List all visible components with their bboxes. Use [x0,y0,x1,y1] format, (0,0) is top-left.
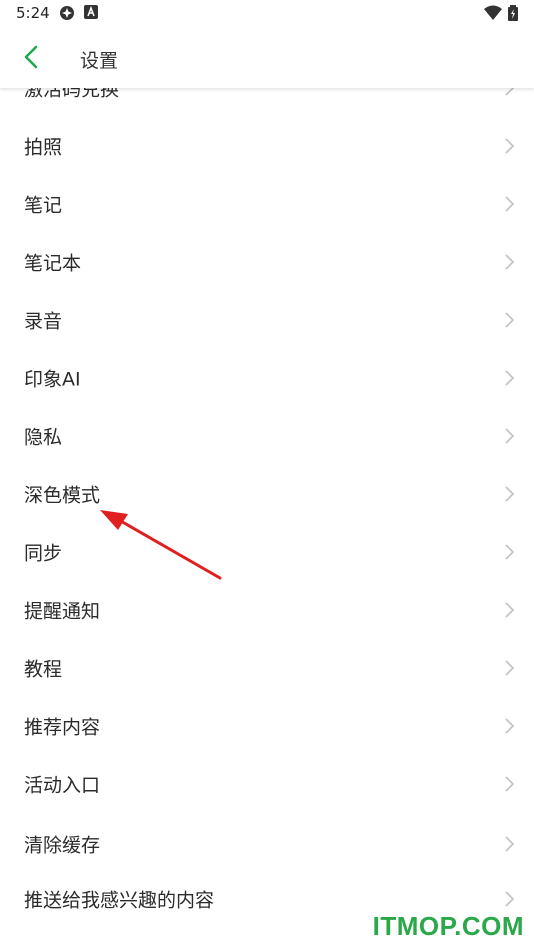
chevron-right-icon [505,836,515,852]
status-bar: 5:24 [0,0,534,28]
list-item-privacy[interactable]: 隐私 [0,407,534,465]
app-bar: 设置 [0,28,534,88]
status-time: 5:24 [16,4,50,22]
chevron-right-icon [505,602,515,618]
list-item-label: 推荐内容 [24,716,101,739]
list-item-label: 拍照 [24,136,63,159]
accessibility-a-icon [84,5,100,21]
chevron-right-icon [505,660,515,676]
chevron-right-icon [505,544,515,560]
list-item-clear-cache[interactable]: 清除缓存 [0,815,534,873]
chevron-right-icon [505,891,515,907]
chevron-right-icon [505,370,515,386]
settings-sync-icon [59,5,75,21]
list-item-recommended[interactable]: 推荐内容 [0,697,534,755]
list-item-activation-code[interactable]: 激活码兑换 [0,88,534,117]
list-item-ai[interactable]: 印象AI [0,349,534,407]
list-item-label: 激活码兑换 [24,88,120,101]
chevron-right-icon [505,254,515,270]
list-item-label: 录音 [24,310,63,333]
list-item-tutorials[interactable]: 教程 [0,639,534,697]
list-item-label: 笔记 [24,194,63,217]
list-item-events[interactable]: 活动入口 [0,755,534,813]
list-item-sync[interactable]: 同步 [0,523,534,581]
chevron-right-icon [505,718,515,734]
list-item-label: 笔记本 [24,252,82,275]
list-item-label: 清除缓存 [24,834,101,857]
wifi-icon [484,5,502,21]
chevron-right-icon [505,312,515,328]
chevron-right-icon [505,776,515,792]
list-item-notes[interactable]: 笔记 [0,175,534,233]
battery-charging-icon [508,5,524,21]
list-item-label: 隐私 [24,426,63,449]
back-button[interactable] [14,42,48,76]
list-item-label: 提醒通知 [24,600,101,623]
chevron-left-icon [24,45,38,73]
list-item-label: 活动入口 [24,774,101,797]
chevron-right-icon [505,88,515,96]
chevron-right-icon [505,196,515,212]
list-item-label: 印象AI [24,368,81,391]
list-item-dark-mode[interactable]: 深色模式 [0,465,534,523]
list-item-label: 同步 [24,542,63,565]
list-item-notebooks[interactable]: 笔记本 [0,233,534,291]
list-item-reminders[interactable]: 提醒通知 [0,581,534,639]
page-title: 设置 [80,50,119,72]
list-item-label: 推送给我感兴趣的内容 [24,889,215,912]
watermark-logo: ITMOP.COM [372,911,524,941]
list-item-label: 教程 [24,658,63,681]
chevron-right-icon [505,486,515,502]
list-item-camera[interactable]: 拍照 [0,117,534,175]
settings-list: 激活码兑换 拍照 笔记 笔记本 录音 印象AI 隐私 深色模式 同步 提醒通知 … [0,88,534,950]
chevron-right-icon [505,428,515,444]
list-item-recording[interactable]: 录音 [0,291,534,349]
list-item-label: 深色模式 [24,484,101,507]
chevron-right-icon [505,138,515,154]
